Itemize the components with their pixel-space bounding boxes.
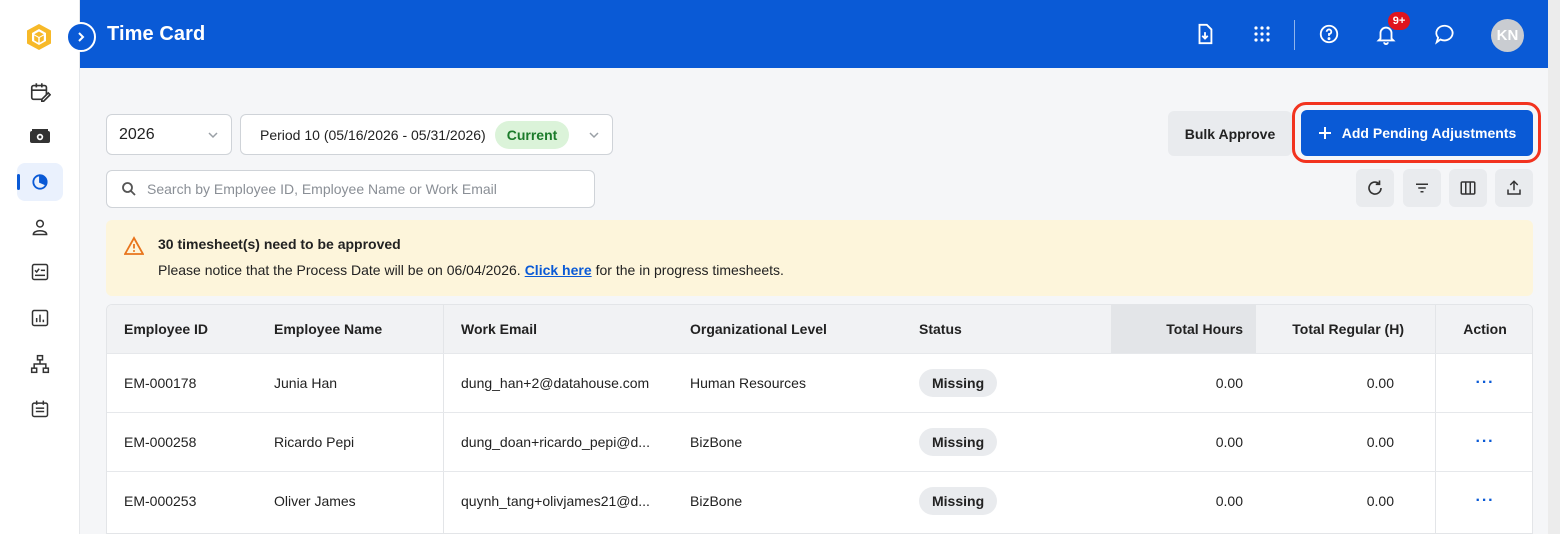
cell-work-email: dung_doan+ricardo_pepi@d... [461,434,650,450]
cell-action: ··· [1436,472,1532,530]
nav-calendar-edit-icon[interactable] [17,73,63,111]
page-title: Time Card [107,23,206,45]
more-actions-icon[interactable]: ··· [1476,374,1495,392]
cell-total-regular: 0.00 [1366,375,1394,391]
cell-total-hours: 0.00 [1215,375,1243,391]
add-pending-label: Add Pending Adjustments [1341,125,1517,141]
status-badge: Missing [919,369,998,397]
col-action: Action [1463,321,1507,337]
cell-org-level: BizBone [690,434,743,450]
app-grid-icon[interactable] [1248,20,1276,48]
filter-button[interactable] [1403,169,1441,207]
refresh-icon [1368,180,1382,195]
col-work-email[interactable]: Work Email [461,305,671,353]
cell-action: ··· [1436,413,1532,471]
timesheet-table: Employee ID Employee Name Work Email Org… [106,304,1533,534]
chevron-down-icon [208,132,218,139]
cell-employee-name: Junia Han [274,375,338,391]
current-period-badge: Current [494,120,570,149]
upload-icon [1507,180,1521,195]
add-pending-adjustments-button[interactable]: Add Pending Adjustments [1301,110,1533,156]
alert-message-suffix: for the in progress timesheets. [595,262,784,278]
chevron-down-icon [589,132,599,139]
user-avatar[interactable]: KN [1491,19,1524,52]
col-employee-id[interactable]: Employee ID [124,305,264,353]
col-employee-name[interactable]: Employee Name [274,305,434,353]
nav-schedule-icon[interactable] [17,390,63,428]
cell-org-level: BizBone [690,493,743,509]
plus-icon [1318,127,1331,139]
more-actions-icon[interactable]: ··· [1476,433,1495,451]
alert-message: Please notice that the Process Date will… [158,262,784,278]
approval-alert: 30 timesheet(s) need to be approved Plea… [106,220,1533,296]
search-box [106,170,595,208]
col-org-level[interactable]: Organizational Level [690,305,890,353]
app-logo-icon[interactable] [24,22,54,52]
warning-icon [124,236,144,255]
download-document-icon[interactable] [1191,20,1219,48]
alert-title: 30 timesheet(s) need to be approved [158,236,401,252]
year-value: 2026 [119,125,155,143]
search-icon [122,182,136,196]
cell-employee-id: EM-000253 [124,493,197,509]
cell-status: Missing [919,354,1099,412]
nav-chart-icon[interactable] [17,299,63,337]
cell-work-email: dung_han+2@datahouse.com [461,375,650,391]
cell-employee-id: EM-000258 [124,434,197,450]
status-badge: Missing [919,487,998,515]
nav-checklist-icon[interactable] [17,253,63,291]
help-icon[interactable] [1315,20,1343,48]
cell-total-hours: 0.00 [1215,493,1243,509]
left-nav-rail [0,0,80,534]
search-input[interactable] [147,181,587,197]
expand-sidebar-button[interactable] [66,22,96,52]
cell-work-email: quynh_tang+olivjames21@d... [461,493,650,509]
table-row[interactable]: EM-000258 Ricardo Pepi dung_doan+ricardo… [107,412,1532,471]
period-select[interactable]: Period 10 (05/16/2026 - 05/31/2026) Curr… [240,114,613,155]
cell-total-regular: 0.00 [1366,434,1394,450]
columns-button[interactable] [1449,169,1487,207]
cell-employee-name: Ricardo Pepi [274,434,355,450]
status-badge: Missing [919,428,998,456]
export-button[interactable] [1495,169,1533,207]
bulk-approve-button[interactable]: Bulk Approve [1168,111,1292,156]
cell-status: Missing [919,472,1099,530]
year-select[interactable]: 2026 [106,114,232,155]
cell-total-hours: 0.00 [1215,434,1243,450]
filter-icon [1416,183,1428,193]
top-header-bar: Time Card 9+ KN [80,0,1548,68]
table-header: Employee ID Employee Name Work Email Org… [107,305,1532,353]
col-total-hours[interactable]: Total Hours [1111,305,1256,353]
table-row[interactable]: EM-000178 Junia Han dung_han+2@datahouse… [107,353,1532,412]
cell-action: ··· [1436,354,1532,412]
table-row[interactable]: EM-000253 Oliver James quynh_tang+olivja… [107,471,1532,530]
chevron-right-icon [78,32,85,42]
cell-status: Missing [919,413,1099,471]
columns-icon [1460,181,1476,195]
alert-message-prefix: Please notice that the Process Date will… [158,262,521,278]
nav-timer-icon[interactable] [17,163,63,201]
more-actions-icon[interactable]: ··· [1476,492,1495,510]
nav-money-icon[interactable] [17,118,63,156]
nav-person-icon[interactable] [17,208,63,246]
cell-employee-id: EM-000178 [124,375,197,391]
col-status[interactable]: Status [919,305,1099,353]
chat-icon[interactable] [1431,20,1459,48]
cell-employee-name: Oliver James [274,493,356,509]
header-divider [1294,20,1295,50]
period-value: Period 10 (05/16/2026 - 05/31/2026) [260,126,486,143]
notification-badge: 9+ [1388,12,1410,30]
cell-total-regular: 0.00 [1366,493,1394,509]
cell-org-level: Human Resources [690,375,806,391]
nav-org-chart-icon[interactable] [17,345,63,383]
col-total-regular[interactable]: Total Regular (H) [1256,305,1436,353]
refresh-button[interactable] [1356,169,1394,207]
window-edge [1548,0,1560,534]
click-here-link[interactable]: Click here [525,262,592,278]
